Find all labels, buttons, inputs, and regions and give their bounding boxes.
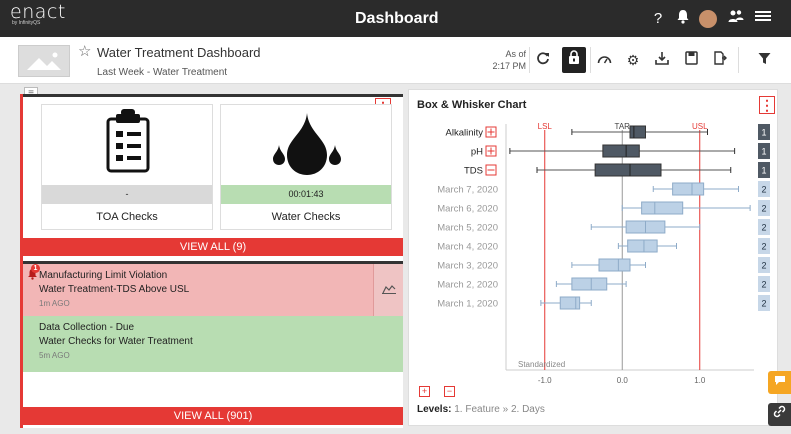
box-iqr: [602, 144, 640, 158]
lock-button[interactable]: [562, 47, 586, 73]
page-title: Dashboard: [355, 10, 439, 27]
top-bar: enact by InfinityQS Dashboard ?: [0, 0, 791, 37]
card-status-strip: 00:01:43: [221, 185, 391, 204]
alert-title: Manufacturing Limit Violation: [39, 270, 168, 281]
refresh-icon[interactable]: [531, 47, 555, 73]
alert-item[interactable]: 1 Manufacturing Limit Violation Water Tr…: [23, 264, 403, 316]
box-whisker-chart[interactable]: LSL TAR USL -1.0 0.0 1.0 Standardized Alkalinit…: [409, 90, 777, 390]
box-iqr: [641, 201, 684, 215]
divider: [529, 47, 530, 73]
dashboard-title: Water Treatment Dashboard: [97, 45, 261, 60]
x-tick-label: -1.0: [538, 376, 552, 385]
box-iqr: [571, 277, 608, 291]
x-axis-label: Standardized: [518, 360, 565, 369]
row-label: March 3, 2020: [437, 261, 498, 272]
row-label: March 7, 2020: [437, 185, 498, 196]
box-iqr: [559, 296, 581, 310]
filter-icon[interactable]: [752, 47, 776, 73]
level-badge-text: 2: [761, 185, 766, 195]
export-icon[interactable]: [708, 47, 732, 73]
card-label: Water Checks: [271, 211, 341, 223]
link-icon[interactable]: [768, 403, 791, 426]
alert-detail: Water Treatment-TDS Above USL: [39, 284, 190, 295]
gauge-icon[interactable]: [592, 47, 616, 73]
left-panel: ⋮ - TOA Checks 00:01:43 Water Checks V: [20, 94, 403, 428]
menu-icon[interactable]: [753, 9, 773, 29]
download-icon[interactable]: [650, 47, 674, 73]
row-label: March 6, 2020: [437, 204, 498, 215]
card-label: TOA Checks: [96, 211, 158, 223]
x-tick-label: 1.0: [694, 376, 706, 385]
divider: [590, 47, 591, 73]
x-tick-label: 0.0: [617, 376, 629, 385]
box-iqr: [629, 125, 646, 139]
as-of-label: As of: [505, 49, 526, 59]
toa-checks-card[interactable]: - TOA Checks: [41, 104, 213, 230]
app-logo[interactable]: enact by InfinityQS: [10, 3, 66, 26]
levels-breadcrumb: Levels: 1. Feature » 2. Days: [417, 404, 545, 415]
box-iqr: [627, 239, 658, 253]
favorite-star-icon[interactable]: ☆: [78, 42, 91, 60]
chart-link-icon[interactable]: [373, 264, 403, 316]
alert-title: Data Collection - Due: [39, 322, 135, 333]
help-icon[interactable]: ?: [648, 9, 668, 29]
level-badge-text: 2: [761, 280, 766, 290]
avatar[interactable]: [699, 10, 717, 28]
box-whisker-panel: Box & Whisker Chart ⋮ LSL TAR USL -1.0 0.0 1.…: [408, 89, 778, 426]
row-label: March 5, 2020: [437, 223, 498, 234]
level-badge-text: 2: [761, 204, 766, 214]
row-label: Alkalinity: [446, 128, 484, 139]
people-icon[interactable]: [726, 9, 746, 29]
row-label: pH: [471, 147, 483, 158]
card-status-strip: -: [42, 185, 212, 204]
divider: [738, 47, 739, 73]
alert-time: 1m AGO: [39, 299, 70, 308]
row-label: March 1, 2020: [437, 299, 498, 310]
dashboard-thumbnail: [18, 45, 70, 77]
gear-icon[interactable]: ⚙: [621, 47, 645, 73]
bell-icon[interactable]: [673, 9, 693, 29]
level-badge-text: 2: [761, 223, 766, 233]
alert-detail: Water Checks for Water Treatment: [39, 336, 193, 347]
collapse-all-icon[interactable]: −: [444, 386, 455, 397]
expand-all-icon[interactable]: +: [419, 386, 430, 397]
clipboard-icon: [42, 105, 212, 185]
view-all-alerts-button[interactable]: VIEW ALL (901): [23, 407, 403, 425]
as-of-time: 2:17 PM: [492, 61, 526, 71]
alert-time: 5m AGO: [39, 351, 70, 360]
panel-top-border: [23, 94, 403, 97]
water-checks-card[interactable]: 00:01:43 Water Checks: [220, 104, 392, 230]
dashboard-header: ☆ Water Treatment Dashboard Last Week - …: [0, 37, 791, 84]
water-drops-icon: [221, 105, 391, 185]
level-badge-text: 2: [761, 261, 766, 271]
reference-label-usl: USL: [692, 122, 708, 131]
box-iqr: [598, 258, 631, 272]
level-badge-text: 1: [761, 128, 766, 138]
view-all-checks-button[interactable]: VIEW ALL (9): [23, 238, 403, 256]
save-icon[interactable]: [679, 47, 703, 73]
dashboard-subtitle: Last Week - Water Treatment: [97, 67, 228, 78]
reference-label-tar: TAR: [615, 122, 631, 131]
row-label: March 4, 2020: [437, 242, 498, 253]
level-badge-text: 1: [761, 166, 766, 176]
chat-icon[interactable]: [768, 371, 791, 394]
box-iqr: [594, 163, 662, 177]
level-badge-text: 2: [761, 299, 766, 309]
box-iqr: [672, 182, 705, 196]
alert-item[interactable]: Data Collection - Due Water Checks for W…: [23, 316, 403, 372]
level-badge-text: 2: [761, 242, 766, 252]
reference-label-lsl: LSL: [538, 122, 553, 131]
level-badge-text: 1: [761, 147, 766, 157]
row-label: March 2, 2020: [437, 280, 498, 291]
levels-value[interactable]: 1. Feature » 2. Days: [454, 404, 545, 415]
row-label: TDS: [464, 166, 483, 177]
as-of-timestamp: As of 2:17 PM: [466, 48, 526, 72]
levels-label: Levels:: [417, 404, 452, 415]
